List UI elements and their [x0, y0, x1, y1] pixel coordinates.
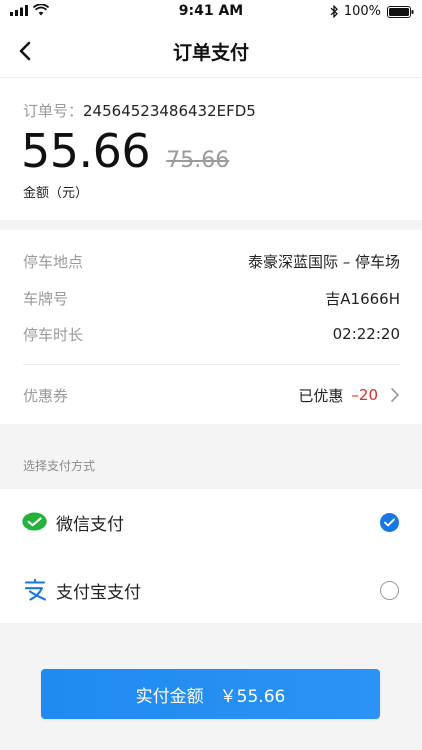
- alipay-icon: [22, 579, 47, 601]
- payable-amount: 55.66: [21, 124, 151, 178]
- chevron-right-icon: [391, 388, 399, 402]
- info-key: 停车时长: [23, 325, 84, 344]
- coupon-value: 已优惠 –20: [298, 385, 402, 406]
- status-right-group: 100%: [330, 4, 414, 19]
- order-summary-card: 订单号：24564523486432EFD5 55.66 75.66 金额（元）: [0, 78, 422, 220]
- info-key: 车牌号: [23, 289, 69, 308]
- radio-selected-icon[interactable]: [380, 512, 399, 532]
- parking-info-card: 停车地点 泰豪深蓝国际 – 停车场 车牌号 吉A1666H 停车时长 02:22…: [0, 230, 422, 424]
- amount-row: 55.66 75.66: [21, 124, 229, 178]
- battery-icon: [387, 5, 414, 18]
- info-value: 02:22:20: [332, 325, 400, 343]
- pay-button-label: 实付金额: [135, 686, 204, 707]
- page-title: 订单支付: [172, 42, 249, 64]
- payment-methods-card: 微信支付 支付宝支付: [0, 489, 422, 623]
- amount-caption: 金额（元）: [23, 186, 89, 201]
- info-value: 吉A1666H: [325, 289, 400, 308]
- original-amount: 75.66: [166, 148, 230, 173]
- status-bar: 9:41 AM 100%: [0, 0, 422, 24]
- payment-option-alipay[interactable]: 支付宝支付: [0, 557, 422, 623]
- payment-option-label: 微信支付: [56, 514, 124, 535]
- coupon-row[interactable]: 优惠券 已优惠 –20: [23, 384, 402, 406]
- order-number-value: 24564523486432EFD5: [83, 102, 256, 120]
- info-row-duration: 停车时长 02:22:20: [23, 323, 400, 345]
- radio-unselected-icon[interactable]: [380, 580, 399, 600]
- checkmark-icon: [384, 517, 395, 526]
- bluetooth-icon: [330, 5, 338, 18]
- wechat-pay-icon: [22, 511, 47, 533]
- payment-section-title: 选择支付方式: [23, 459, 96, 473]
- divider: [23, 364, 400, 365]
- pay-button-amount: ￥55.66: [219, 686, 286, 707]
- order-number: 订单号：24564523486432EFD5: [23, 100, 256, 121]
- info-key: 停车地点: [23, 252, 84, 271]
- info-value: 泰豪深蓝国际 – 停车场: [247, 252, 400, 271]
- coupon-label: 优惠券: [23, 386, 69, 405]
- navigation-bar: 订单支付: [0, 24, 422, 78]
- info-row-plate: 车牌号 吉A1666H: [23, 287, 400, 309]
- coupon-discount: –20: [351, 386, 378, 404]
- coupon-status: 已优惠: [298, 386, 344, 405]
- order-number-label: 订单号：: [23, 102, 84, 120]
- info-row-location: 停车地点 泰豪深蓝国际 – 停车场: [23, 250, 400, 272]
- payment-option-label: 支付宝支付: [56, 582, 141, 603]
- pay-button[interactable]: 实付金额 ￥55.66: [41, 669, 380, 719]
- battery-percent: 100%: [343, 4, 381, 19]
- payment-option-wechat[interactable]: 微信支付: [0, 489, 422, 555]
